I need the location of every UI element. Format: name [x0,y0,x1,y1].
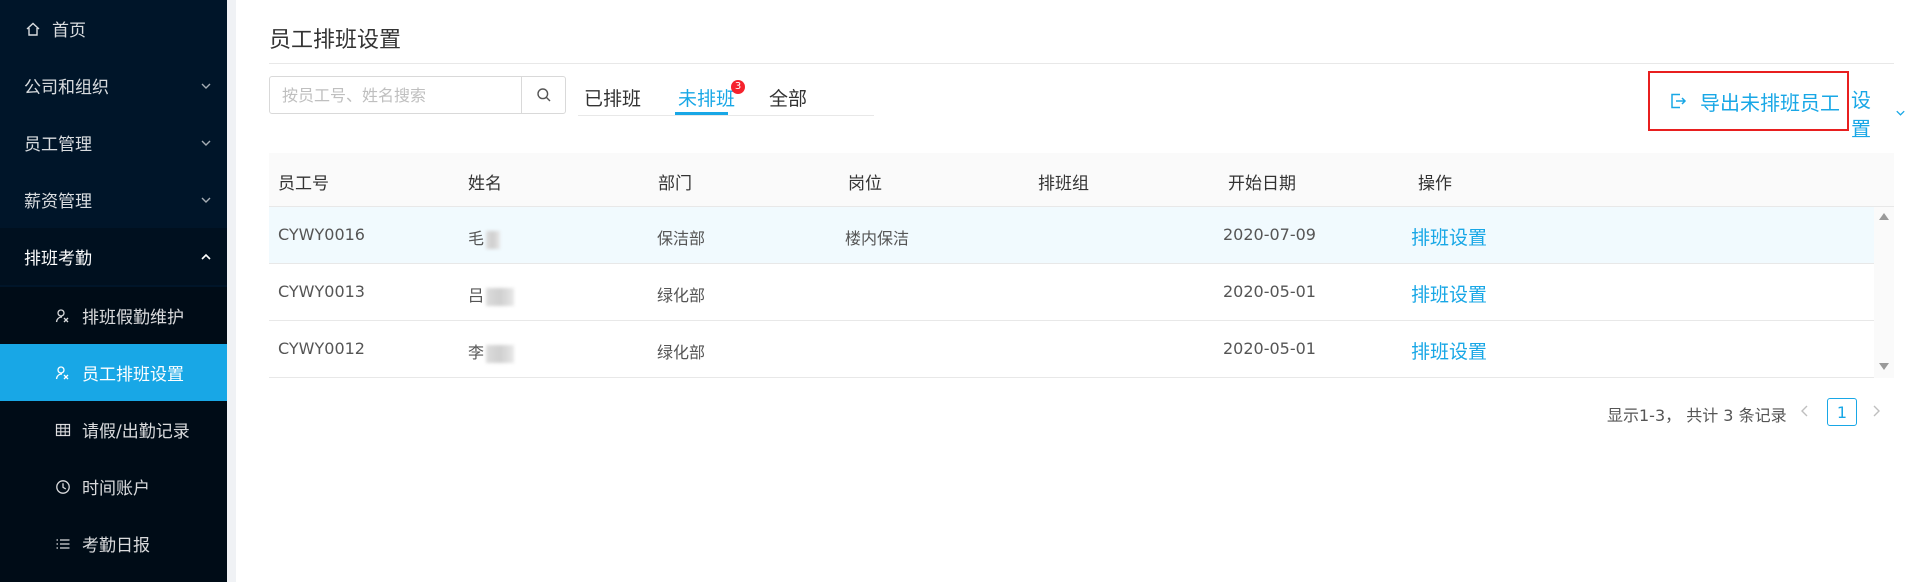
cell-department: 绿化部 [657,343,706,362]
chevron-up-icon [201,253,211,260]
schedule-icon [54,364,72,382]
schedule-tabs: 已排班 未排班 3 全部 [578,78,874,116]
cell-post: 楼内保洁 [845,229,910,248]
sidebar-subitem-time-account[interactable]: 时间账户 [0,458,227,515]
attendance-submenu: 排班假勤维护 员工排班设置 请假/出勤记录 时间账户 考勤日报 [0,287,227,582]
main-area: 员工排班设置 已排班 未排班 3 全部 导出未排班员工 设置 [227,0,1907,582]
list-icon [54,535,72,553]
sidebar-item-label: 首页 [52,21,86,41]
table-row[interactable]: CYWY0016 毛 保洁部 楼内保洁 2020-07-09 排班设置 [269,207,1874,264]
redacted-mask [486,287,515,306]
cell-start-date: 2020-05-01 [1223,339,1316,358]
name-text: 李 [468,343,485,362]
chevron-down-icon [201,140,211,146]
schedule-setting-link[interactable]: 排班设置 [1411,337,1487,364]
tab-scheduled[interactable]: 已排班 [584,84,641,111]
cell-name: 李 [468,339,515,363]
sidebar-item-staff[interactable]: 员工管理 [0,114,227,171]
search-input[interactable] [270,77,521,113]
content-card: 员工排班设置 已排班 未排班 3 全部 导出未排班员工 设置 [236,0,1907,582]
chevron-down-icon [201,197,211,203]
table-header: 员工号 姓名 部门 岗位 排班组 开始日期 操作 [269,153,1894,207]
export-icon [1668,91,1688,111]
chevron-right-icon[interactable] [1869,402,1883,420]
chevron-down-icon [1896,110,1905,116]
column-header[interactable]: 开始日期 [1228,169,1296,194]
redacted-mask [486,230,501,249]
table-scrollbar[interactable] [1874,207,1894,378]
home-icon [24,20,42,38]
unscheduled-count-badge: 3 [731,80,745,94]
settings-dropdown[interactable]: 设置 [1851,84,1907,142]
sidebar-subitem-label: 排班假勤维护 [82,308,184,328]
sidebar-item-home[interactable]: 首页 [0,0,227,57]
sidebar-subitem-label: 考勤日报 [82,536,150,556]
settings-label: 设置 [1851,88,1871,141]
search-box [269,76,566,114]
sidebar-subitem-leave-records[interactable]: 请假/出勤记录 [0,401,227,458]
sidebar-subitem-staff-schedule[interactable]: 员工排班设置 [0,344,227,401]
sidebar-subitem-label: 员工排班设置 [82,365,184,385]
active-tab-indicator [675,112,728,115]
sidebar-subitem-daily-report[interactable]: 考勤日报 [0,515,227,572]
sidebar-item-label: 公司和组织 [24,78,109,98]
cell-department: 绿化部 [657,286,706,305]
search-button[interactable] [521,77,565,113]
schedule-setting-link[interactable]: 排班设置 [1411,223,1487,250]
sidebar-subitem-label: 请假/出勤记录 [82,422,190,442]
clock-icon [54,478,72,496]
sidebar-item-label: 薪资管理 [24,192,92,212]
sidebar-item-label: 排班考勤 [24,249,92,269]
chevron-left-icon[interactable] [1798,402,1812,420]
column-header[interactable]: 部门 [658,169,692,194]
column-header[interactable]: 排班组 [1038,169,1089,194]
sidebar: 首页 公司和组织 员工管理 薪资管理 排班考勤 排班假勤维护 员工排班设置 请假… [0,0,227,582]
cell-start-date: 2020-05-01 [1223,282,1316,301]
table-row[interactable]: CYWY0013 吕 绿化部 2020-05-01 排班设置 [269,264,1874,321]
divider [269,63,1894,64]
pagination-info: 显示1-3， 共计 3 条记录 [1607,406,1787,425]
tab-all[interactable]: 全部 [769,84,807,111]
cell-start-date: 2020-07-09 [1223,225,1316,244]
cell-staff-id: CYWY0016 [278,225,365,244]
scroll-up-arrow-icon[interactable] [1879,213,1889,220]
table-row[interactable]: CYWY0012 李 绿化部 2020-05-01 排班设置 [269,321,1874,378]
column-header[interactable]: 姓名 [468,169,502,194]
schedule-setting-link[interactable]: 排班设置 [1411,280,1487,307]
pagination-page[interactable]: 1 [1827,398,1857,426]
redacted-mask [486,344,515,363]
sidebar-item-label: 员工管理 [24,135,92,155]
cell-staff-id: CYWY0012 [278,339,365,358]
cell-staff-id: CYWY0013 [278,282,365,301]
name-text: 吕 [468,286,485,305]
scroll-down-arrow-icon[interactable] [1879,363,1889,370]
cell-department: 保洁部 [657,229,706,248]
sidebar-subitem-label: 时间账户 [82,479,150,499]
export-unscheduled-button[interactable]: 导出未排班员工 [1648,71,1849,131]
name-text: 毛 [468,229,485,248]
table-icon [54,421,72,439]
cell-name: 吕 [468,282,515,306]
sidebar-item-attendance[interactable]: 排班考勤 [0,228,227,285]
cell-name: 毛 [468,225,501,249]
schedule-icon [54,307,72,325]
tab-unscheduled[interactable]: 未排班 [678,84,735,111]
sidebar-item-company[interactable]: 公司和组织 [0,57,227,114]
sidebar-item-salary[interactable]: 薪资管理 [0,171,227,228]
search-icon [536,88,550,102]
column-header: 操作 [1418,174,1452,194]
page-title: 员工排班设置 [269,28,402,53]
column-header[interactable]: 员工号 [278,169,329,194]
sidebar-subitem-shift-maintenance[interactable]: 排班假勤维护 [0,287,227,344]
column-header[interactable]: 岗位 [848,169,882,194]
chevron-down-icon [201,83,211,89]
export-label: 导出未排班员工 [1700,90,1840,115]
